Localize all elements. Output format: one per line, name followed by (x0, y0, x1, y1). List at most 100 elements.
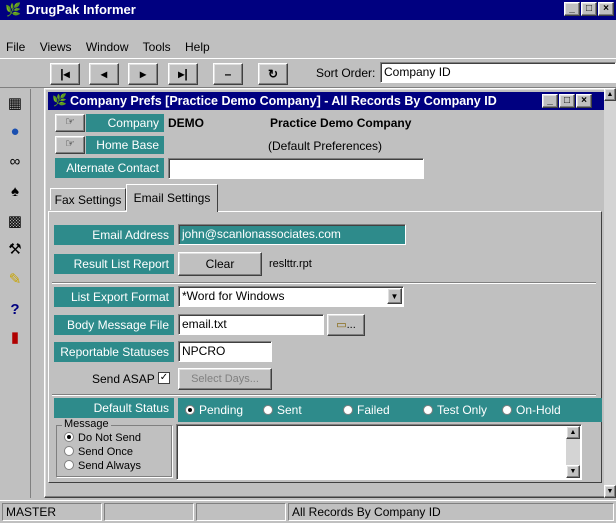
email-address-field[interactable]: john@scanlonassociates.com (178, 224, 406, 245)
status-radio-test-only[interactable]: Test Only (423, 403, 487, 417)
radio-icon (64, 432, 74, 442)
sort-order-label: Sort Order: (316, 66, 376, 80)
message-send-always-label: Send Always (78, 460, 141, 472)
browse-button[interactable]: ▭... (327, 314, 365, 336)
message-radio-do-not-send[interactable]: Do Not Send (64, 432, 141, 444)
window-scroll-up-icon[interactable]: ▲ (604, 88, 616, 101)
body-message-file-field[interactable]: email.txt (178, 314, 324, 335)
app-title: DrugPak Informer (26, 2, 136, 17)
home-base-lookup-icon[interactable]: ☞ (55, 136, 85, 154)
radio-icon (502, 405, 512, 415)
radio-icon (423, 405, 433, 415)
tab-fax-label: Fax Settings (54, 193, 122, 207)
child-icon: 🌿 (52, 93, 67, 107)
list-export-format-select[interactable]: *Word for Windows (178, 286, 404, 307)
last-record-button[interactable]: ▸| (168, 63, 198, 85)
result-list-report-label: Result List Report (54, 254, 174, 274)
chevron-down-icon[interactable]: ▼ (387, 288, 402, 304)
message-scrollbar[interactable]: ▲ ▼ (566, 426, 580, 478)
home-base-value: (Default Preferences) (268, 139, 383, 153)
status-radio-pending[interactable]: Pending (185, 403, 243, 417)
status-pane-2 (104, 503, 194, 521)
radio-icon (64, 460, 74, 470)
status-sent-label: Sent (277, 403, 302, 417)
menu-views[interactable]: Views (40, 40, 72, 54)
default-status-label: Default Status (54, 398, 174, 418)
alternate-contact-label: Alternate Contact (55, 158, 164, 178)
tools-icon[interactable]: ⚒ (3, 238, 27, 264)
status-on-hold-label: On-Hold (516, 403, 561, 417)
message-radio-send-always[interactable]: Send Always (64, 460, 141, 472)
message-group-label: Message (62, 418, 111, 430)
menu-tools[interactable]: Tools (143, 40, 171, 54)
menu-window[interactable]: Window (86, 40, 129, 54)
status-mode: MASTER (6, 505, 57, 519)
radio-icon (64, 446, 74, 456)
status-failed-label: Failed (357, 403, 390, 417)
scroll-up-icon[interactable]: ▲ (566, 426, 580, 439)
exit-icon[interactable]: ▮ (3, 326, 27, 352)
sort-order-field[interactable]: Company ID (380, 62, 616, 83)
radio-icon (185, 405, 195, 415)
result-list-file: reslttr.rpt (269, 258, 312, 270)
status-pane-3 (196, 503, 286, 521)
panel-divider-top (52, 282, 596, 284)
radio-icon (263, 405, 273, 415)
send-asap-checkbox[interactable]: ✓ (158, 372, 170, 384)
folder-icon: ▭ (336, 319, 347, 331)
status-radio-sent[interactable]: Sent (263, 403, 302, 417)
reportable-statuses-field[interactable]: NPCRO (178, 341, 272, 362)
status-test-only-label: Test Only (437, 403, 488, 417)
globe-icon[interactable]: ● (3, 120, 27, 146)
pencil-icon[interactable]: ✎ (3, 268, 27, 294)
status-sort-pane: All Records By Company ID (288, 503, 614, 521)
status-radio-on-hold[interactable]: On-Hold (502, 403, 561, 417)
report-icon[interactable]: ▦ (3, 92, 27, 118)
close-button[interactable]: × (598, 2, 614, 16)
message-textarea[interactable] (176, 424, 582, 480)
next-record-button[interactable]: ▸ (128, 63, 158, 85)
status-radio-failed[interactable]: Failed (343, 403, 390, 417)
clear-button[interactable]: Clear (178, 252, 262, 276)
panel-divider-bottom (52, 394, 596, 396)
tab-fax-settings[interactable]: Fax Settings (50, 188, 126, 210)
refresh-button[interactable]: ↻ (258, 63, 288, 85)
child-close-button[interactable]: × (576, 94, 592, 108)
message-do-not-send-label: Do Not Send (78, 432, 141, 444)
window-scroll-down-icon[interactable]: ▼ (604, 485, 616, 498)
child-minimize-button[interactable]: _ (542, 94, 558, 108)
status-mode-pane: MASTER (2, 503, 102, 521)
company-lookup-icon[interactable]: ☞ (55, 114, 85, 132)
minimize-button[interactable]: _ (564, 2, 580, 16)
body-message-file-label: Body Message File (54, 315, 174, 335)
app-titlebar: 🌿 DrugPak Informer _ □ × (0, 0, 616, 20)
tab-email-settings[interactable]: Email Settings (126, 184, 218, 212)
menu-file[interactable]: File (6, 40, 25, 54)
window-scrollbar[interactable]: ▲ ▼ (604, 88, 616, 498)
select-days-button[interactable]: Select Days... (178, 368, 272, 390)
grid-icon[interactable]: ▩ (3, 210, 27, 236)
previous-record-button[interactable]: ◂ (89, 63, 119, 85)
child-titlebar: 🌿 Company Prefs [Practice Demo Company] … (48, 92, 606, 110)
scroll-down-icon[interactable]: ▼ (566, 465, 580, 478)
menu-help[interactable]: Help (185, 40, 210, 54)
company-code: DEMO (168, 116, 204, 130)
first-record-button[interactable]: |◂ (50, 63, 80, 85)
status-pending-label: Pending (199, 403, 244, 417)
child-maximize-button[interactable]: □ (559, 94, 575, 108)
maximize-button[interactable]: □ (581, 2, 597, 16)
dash-icon: – (224, 67, 232, 81)
search-people-icon[interactable]: ♠ (3, 180, 27, 206)
delete-record-button[interactable]: – (213, 63, 243, 85)
first-icon: |◂ (60, 67, 70, 81)
email-address-label: Email Address (54, 225, 174, 245)
alternate-contact-field[interactable] (168, 158, 424, 179)
glasses-icon[interactable]: ∞ (3, 150, 27, 176)
previous-icon: ◂ (100, 67, 108, 81)
next-icon: ▸ (139, 67, 147, 81)
message-radio-send-once[interactable]: Send Once (64, 446, 133, 458)
menu-bar: File Views Window Tools Help (6, 38, 221, 56)
company-name: Practice Demo Company (270, 116, 412, 130)
help-icon[interactable]: ? (3, 298, 27, 324)
tab-email-label: Email Settings (133, 191, 211, 205)
